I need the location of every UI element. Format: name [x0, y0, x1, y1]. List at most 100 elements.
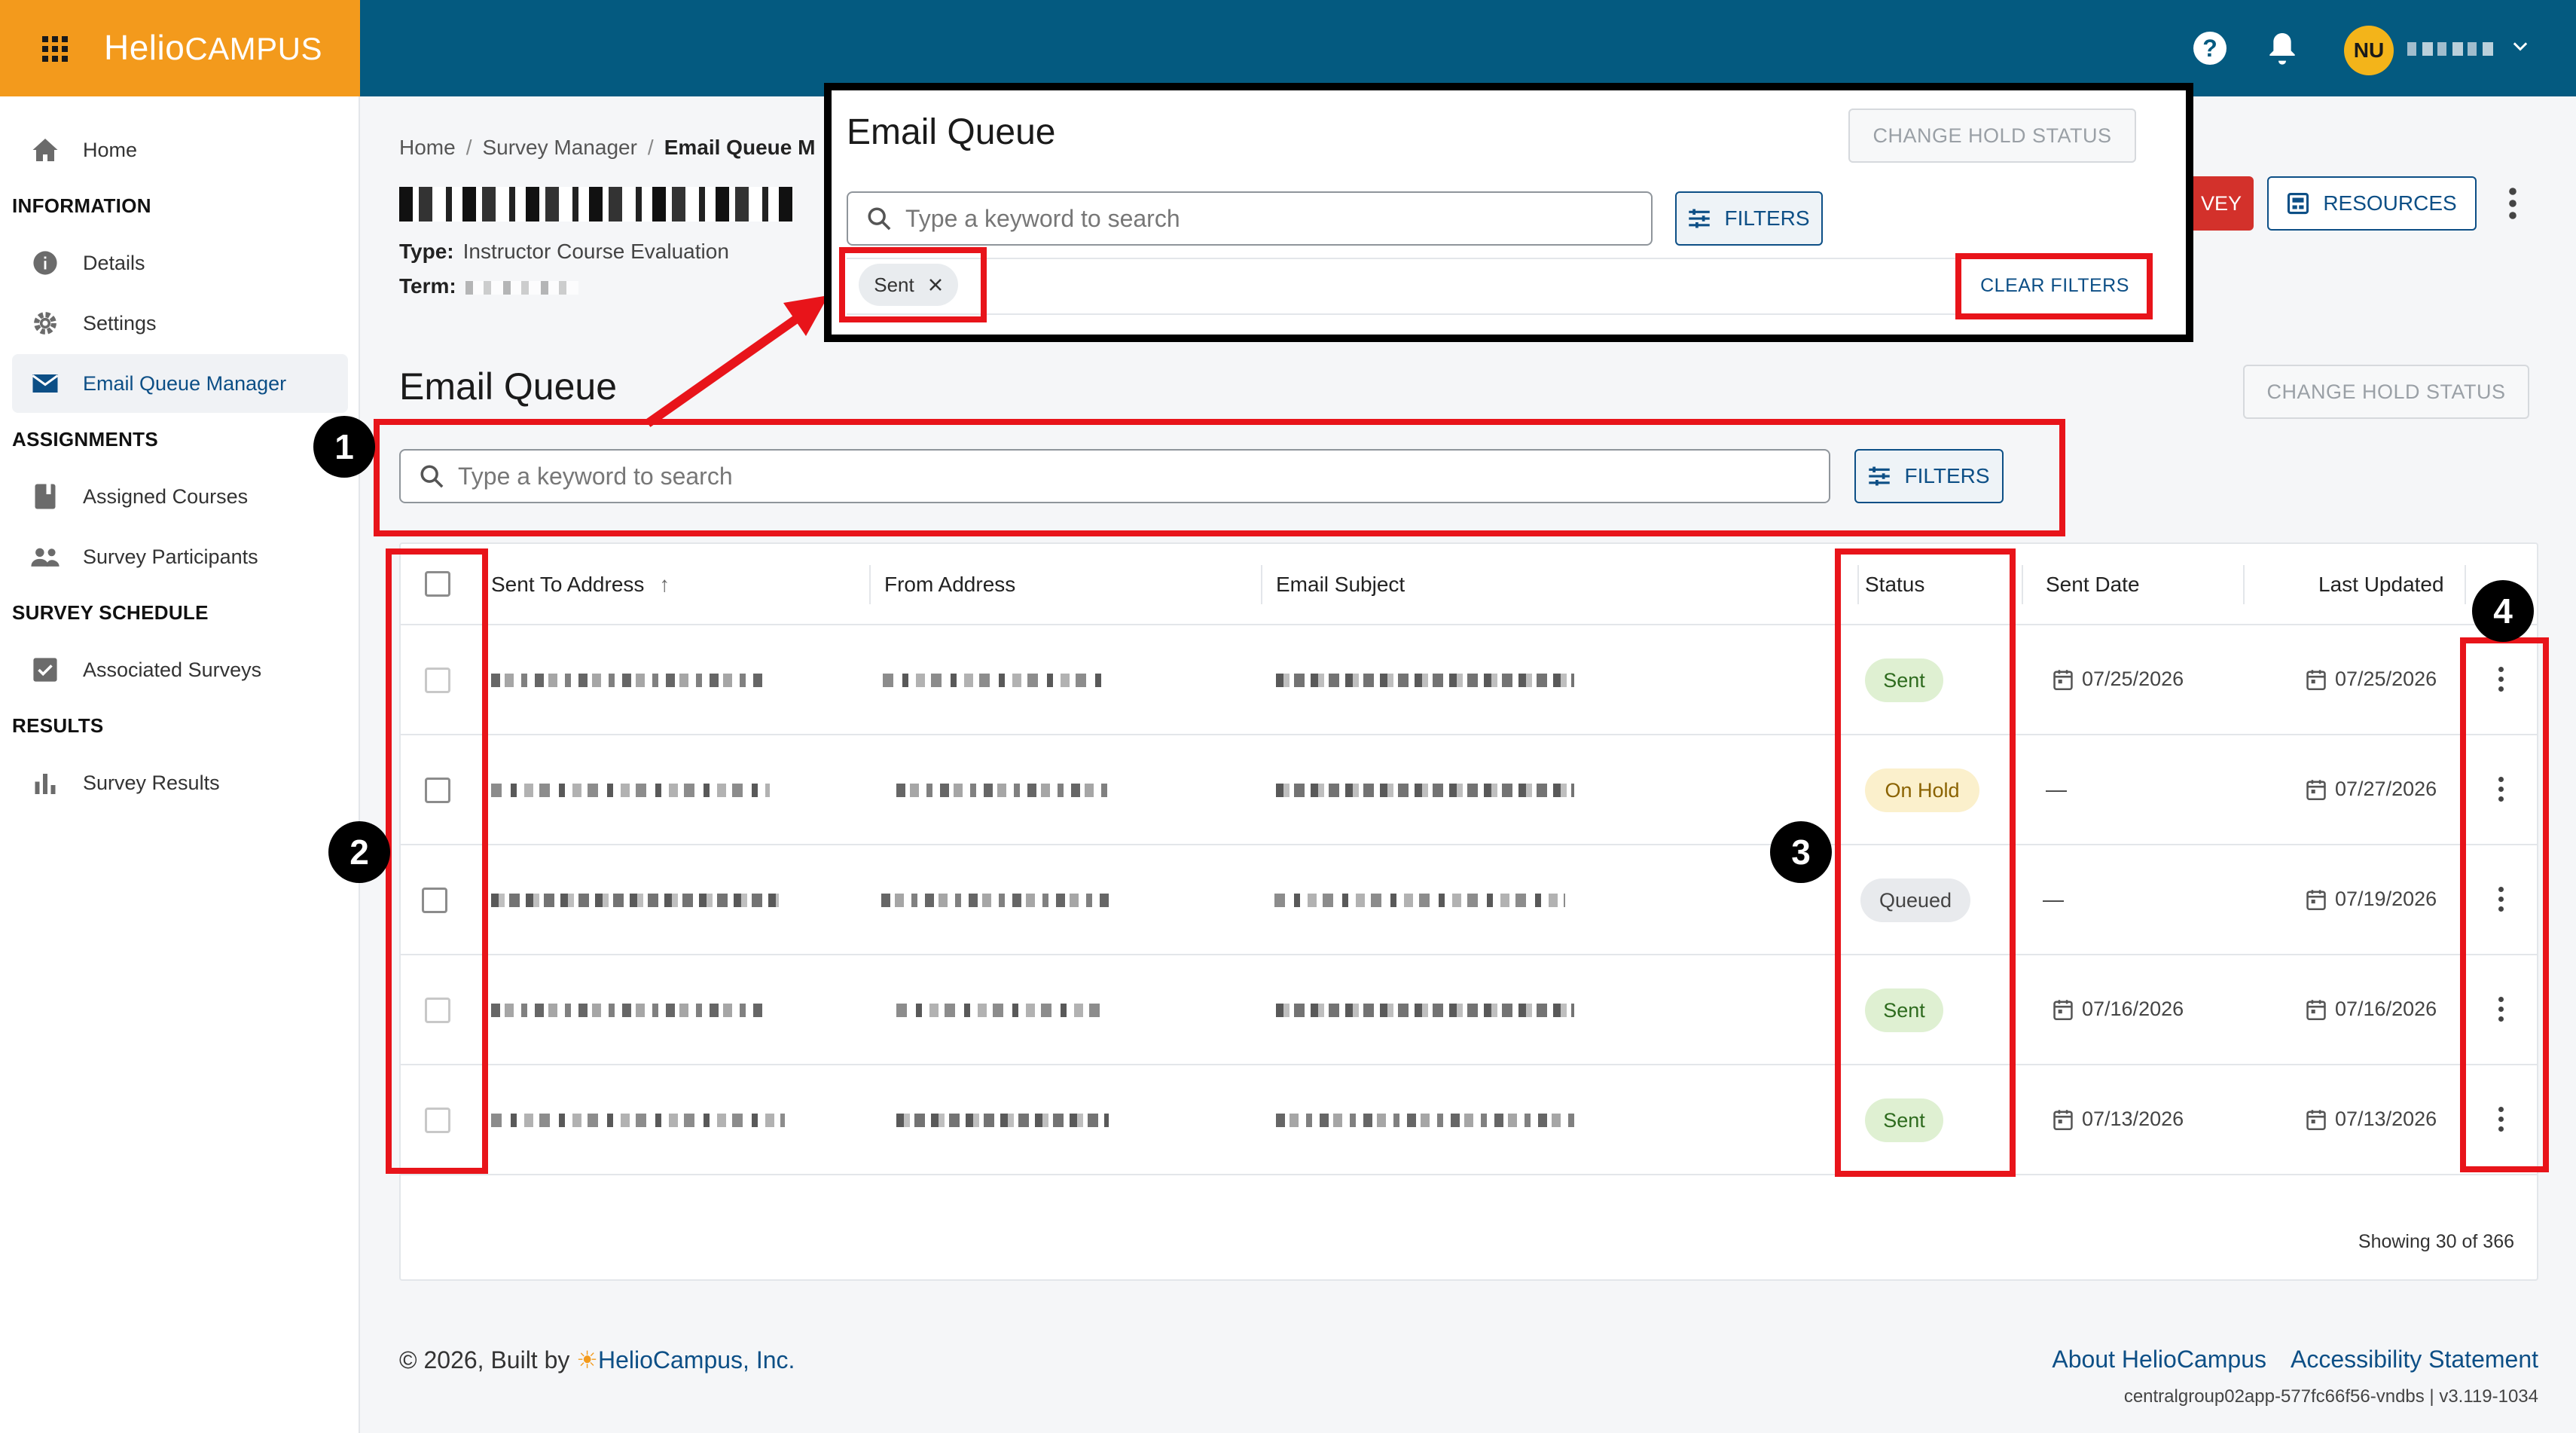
column-sent-to-address[interactable]: Sent To Address ↑ [491, 573, 670, 597]
subject-redacted [1276, 674, 1574, 687]
row-more-options-icon[interactable] [2496, 885, 2505, 915]
column-email-subject[interactable]: Email Subject [1276, 573, 1405, 597]
app-grid-icon[interactable] [42, 36, 68, 62]
sent-to-redacted [491, 674, 764, 687]
filters-button[interactable]: FILTERS [1854, 449, 2004, 503]
last-updated: 07/13/2026 [2306, 1108, 2437, 1131]
calendar-icon [2306, 889, 2326, 910]
table-row[interactable]: Sent 07/25/2026 07/25/2026 [401, 625, 2537, 735]
row-more-options-icon[interactable] [2496, 995, 2505, 1025]
accessibility-link[interactable]: Accessibility Statement [2291, 1346, 2538, 1373]
zoom-search-input[interactable] [847, 191, 1653, 246]
change-hold-status-button[interactable]: CHANGE HOLD STATUS [2243, 365, 2529, 419]
table-row[interactable]: Sent 07/16/2026 07/16/2026 [401, 955, 2537, 1065]
row-checkbox[interactable] [425, 1108, 450, 1133]
search-field[interactable] [458, 462, 1814, 490]
clear-filters-button[interactable]: CLEAR FILTERS [1964, 264, 2145, 307]
sort-ascending-icon: ↑ [659, 573, 670, 596]
breadcrumb-survey-manager[interactable]: Survey Manager [482, 136, 636, 159]
column-from-address[interactable]: From Address [884, 573, 1015, 597]
last-updated: 07/27/2026 [2306, 778, 2437, 801]
bar-chart-icon [30, 768, 60, 798]
sidebar-item-survey-results[interactable]: Survey Results [12, 753, 348, 812]
last-updated: 07/19/2026 [2306, 888, 2437, 911]
filter-sliders-icon [1869, 466, 1891, 486]
sent-date: — [2043, 888, 2064, 911]
sent-to-redacted [491, 784, 770, 797]
sidebar-item-settings[interactable]: Settings [12, 294, 348, 353]
about-link[interactable]: About HelioCampus [2052, 1346, 2266, 1373]
annotation-badge-2: 2 [328, 821, 390, 883]
last-updated: 07/25/2026 [2306, 668, 2437, 691]
status-badge: Sent [1865, 988, 1943, 1032]
sidebar-item-label: Assigned Courses [83, 484, 249, 508]
zoom-search-field[interactable] [905, 204, 1644, 233]
resources-button[interactable]: RESOURCES [2267, 176, 2477, 231]
row-more-options-icon[interactable] [2496, 665, 2505, 695]
notification-bell-icon[interactable] [2267, 30, 2297, 66]
more-options-icon[interactable] [2502, 185, 2523, 222]
status-badge: Sent [1865, 658, 1943, 702]
filter-chip-sent[interactable]: Sent [859, 264, 958, 306]
zoom-filters-button[interactable]: FILTERS [1675, 191, 1823, 246]
subject-redacted [1274, 894, 1565, 907]
company-link[interactable]: HelioCampus, Inc. [598, 1346, 795, 1373]
mail-icon [30, 368, 60, 399]
column-sent-date[interactable]: Sent Date [2046, 573, 2140, 597]
home-icon [30, 135, 60, 165]
row-checkbox[interactable] [425, 778, 450, 803]
user-avatar[interactable]: NU [2344, 26, 2394, 75]
table-row[interactable]: On Hold — 07/27/2026 [401, 735, 2537, 845]
search-input[interactable] [399, 449, 1830, 503]
sidebar-item-label: Settings [83, 311, 157, 335]
sent-date: 07/16/2026 [2053, 998, 2184, 1021]
column-last-updated[interactable]: Last Updated [2318, 573, 2444, 597]
row-more-options-icon[interactable] [2496, 1105, 2505, 1135]
sun-logo-icon: ☀ [576, 1346, 598, 1373]
close-icon[interactable] [928, 277, 943, 292]
breadcrumb-home[interactable]: Home [399, 136, 456, 159]
select-all-checkbox[interactable] [425, 571, 450, 597]
row-checkbox[interactable] [425, 998, 450, 1023]
from-redacted [881, 894, 1109, 907]
footer-links: About HelioCampus Accessibility Statemen… [2052, 1346, 2538, 1373]
sidebar-item-assigned-courses[interactable]: Assigned Courses [12, 467, 348, 526]
help-icon[interactable]: ? [2193, 32, 2227, 65]
table-row[interactable]: Sent 07/13/2026 07/13/2026 [401, 1065, 2537, 1175]
user-name-redacted [2407, 42, 2498, 56]
chevron-down-icon[interactable] [2510, 36, 2531, 57]
copyright: © 2026, Built by ☀HelioCampus, Inc. [399, 1346, 795, 1373]
calendar-icon [2306, 779, 2326, 800]
row-checkbox[interactable] [422, 888, 447, 913]
top-bar: HelioCAMPUS ? NU [0, 0, 2576, 96]
sidebar-item-email-queue-manager[interactable]: Email Queue Manager [12, 354, 348, 413]
survey-title-redacted [399, 187, 794, 222]
breadcrumb: Home / Survey Manager / Email Queue M [399, 136, 816, 159]
sidebar-item-home[interactable]: Home [12, 121, 348, 179]
sidebar-item-associated-surveys[interactable]: Associated Surveys [12, 640, 348, 699]
build-info: centralgroup02app-577fc66f56-vndbs | v3.… [2123, 1386, 2538, 1407]
subject-redacted [1276, 784, 1574, 797]
status-badge: Sent [1865, 1098, 1943, 1142]
sidebar-heading-survey-schedule: SURVEY SCHEDULE [12, 601, 209, 624]
heliocampus-logo[interactable]: HelioCAMPUS [104, 27, 322, 68]
sent-to-redacted [491, 1114, 785, 1127]
sidebar-item-survey-participants[interactable]: Survey Participants [12, 527, 348, 586]
table-row[interactable]: Queued — 07/19/2026 [401, 845, 2537, 955]
from-redacted [883, 674, 1101, 687]
zoom-email-queue-title: Email Queue [847, 112, 1056, 152]
column-status[interactable]: Status [1865, 573, 1924, 597]
active-filters-bar [847, 258, 2142, 315]
row-more-options-icon[interactable] [2496, 775, 2505, 805]
sent-date: 07/13/2026 [2053, 1108, 2184, 1131]
calendar-icon [2053, 669, 2073, 690]
from-redacted [896, 1004, 1109, 1017]
zoom-change-hold-status-button[interactable]: CHANGE HOLD STATUS [1848, 108, 2136, 163]
sidebar-item-label: Details [83, 251, 145, 274]
sidebar-item-label: Survey Participants [83, 545, 258, 568]
sidebar-item-details[interactable]: Details [12, 234, 348, 292]
email-queue-table: Sent To Address ↑ From Address Email Sub… [399, 542, 2538, 1281]
calendar-icon [2306, 1109, 2326, 1130]
annotation-badge-1: 1 [313, 416, 375, 478]
row-checkbox[interactable] [425, 668, 450, 693]
